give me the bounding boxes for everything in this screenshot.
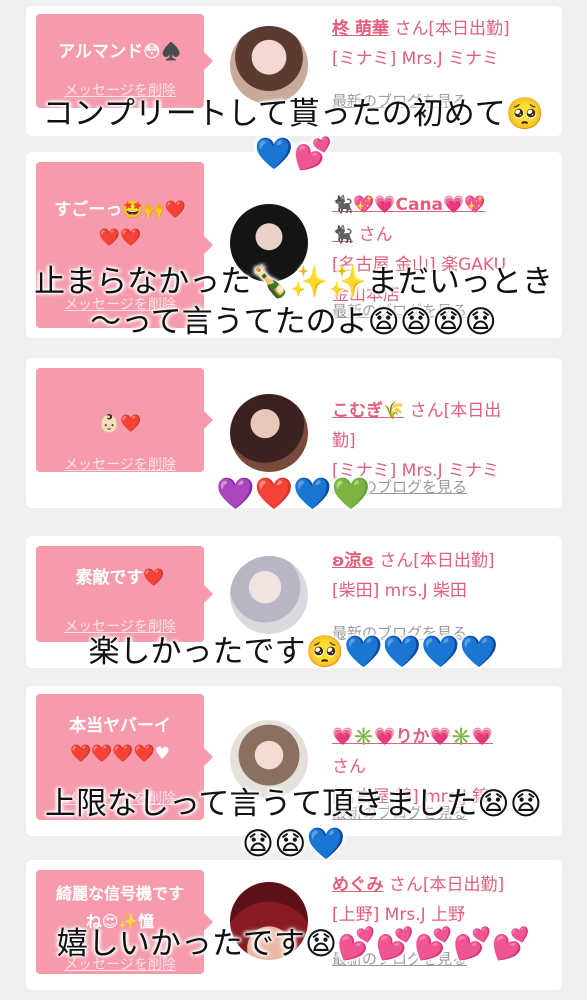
cast-status: さん <box>332 757 366 777</box>
delete-message-link[interactable]: メッセージを削除 <box>36 454 204 474</box>
caption-overlay: 嬉しいかったです😧💕💕💕💕💕 <box>56 926 531 962</box>
caption-overlay: コンプリートして貰ったの初めて🥺 💙💕 <box>42 96 545 172</box>
message-text: アルマンド😳♠️ <box>58 42 182 62</box>
avatar[interactable] <box>230 26 308 104</box>
caption-overlay: 上限なしって言うて頂きました😧😧 😧😧💙 <box>44 786 543 862</box>
cast-status: さん <box>353 225 393 245</box>
cast-status: さん[本日出勤] <box>373 551 495 571</box>
shop-name: [上野] Mrs.J 上野 <box>332 905 466 925</box>
cast-info: 柊 萌華 さん[本日出勤] [ミナミ] Mrs.J ミナミ <box>332 14 554 74</box>
message-bubble: 👶🏻❤️ メッセージを削除 <box>36 368 213 474</box>
caption-overlay: 💜❤️💙💚 <box>216 476 371 512</box>
message-text: すごーっ🤩🙌❤️ ❤️❤️ <box>54 200 186 248</box>
cast-info: めぐみ さん[本日出勤] [上野] Mrs.J 上野 <box>332 870 554 930</box>
cast-name-link[interactable]: 柊 萌華 <box>332 19 389 39</box>
message-bubble: 素敵です❤️ メッセージを削除 <box>36 546 213 642</box>
cast-status: さん[本日出勤] <box>383 875 505 895</box>
cast-name-link[interactable]: ʚ涼ɞ <box>332 551 374 571</box>
avatar[interactable] <box>230 556 308 634</box>
shop-name: [柴田] mrs.J 柴田 <box>332 581 467 601</box>
cast-info: こむぎ🌾 さん[本日出 勤] [ミナミ] Mrs.J ミナミ <box>332 366 554 486</box>
message-text: 素敵です❤️ <box>75 568 165 588</box>
caption-overlay: 止まらなかった🍾✨✨まだいっとき 〜って言うてたのよ😧😧😧😧 <box>34 264 553 340</box>
cast-name-link[interactable]: 💗✳️💗りか💗✳️💗 <box>332 727 493 747</box>
message-text: 👶🏻❤️ <box>98 414 142 434</box>
message-text: 本当ヤバーイ ❤️❤️❤️❤️♥ <box>69 716 171 764</box>
cast-info: ʚ涼ɞ さん[本日出勤] [柴田] mrs.J 柴田 <box>332 546 554 606</box>
cast-name-link[interactable]: こむぎ🌾 <box>332 401 404 421</box>
cast-status: さん[本日出勤] <box>388 19 510 39</box>
avatar[interactable] <box>230 394 308 472</box>
caption-overlay: 楽しかったです🥺💙💙💙💙 <box>88 634 499 670</box>
cast-name-link[interactable]: めぐみ <box>332 875 384 895</box>
shop-name: [ミナミ] Mrs.J ミナミ <box>332 49 500 69</box>
